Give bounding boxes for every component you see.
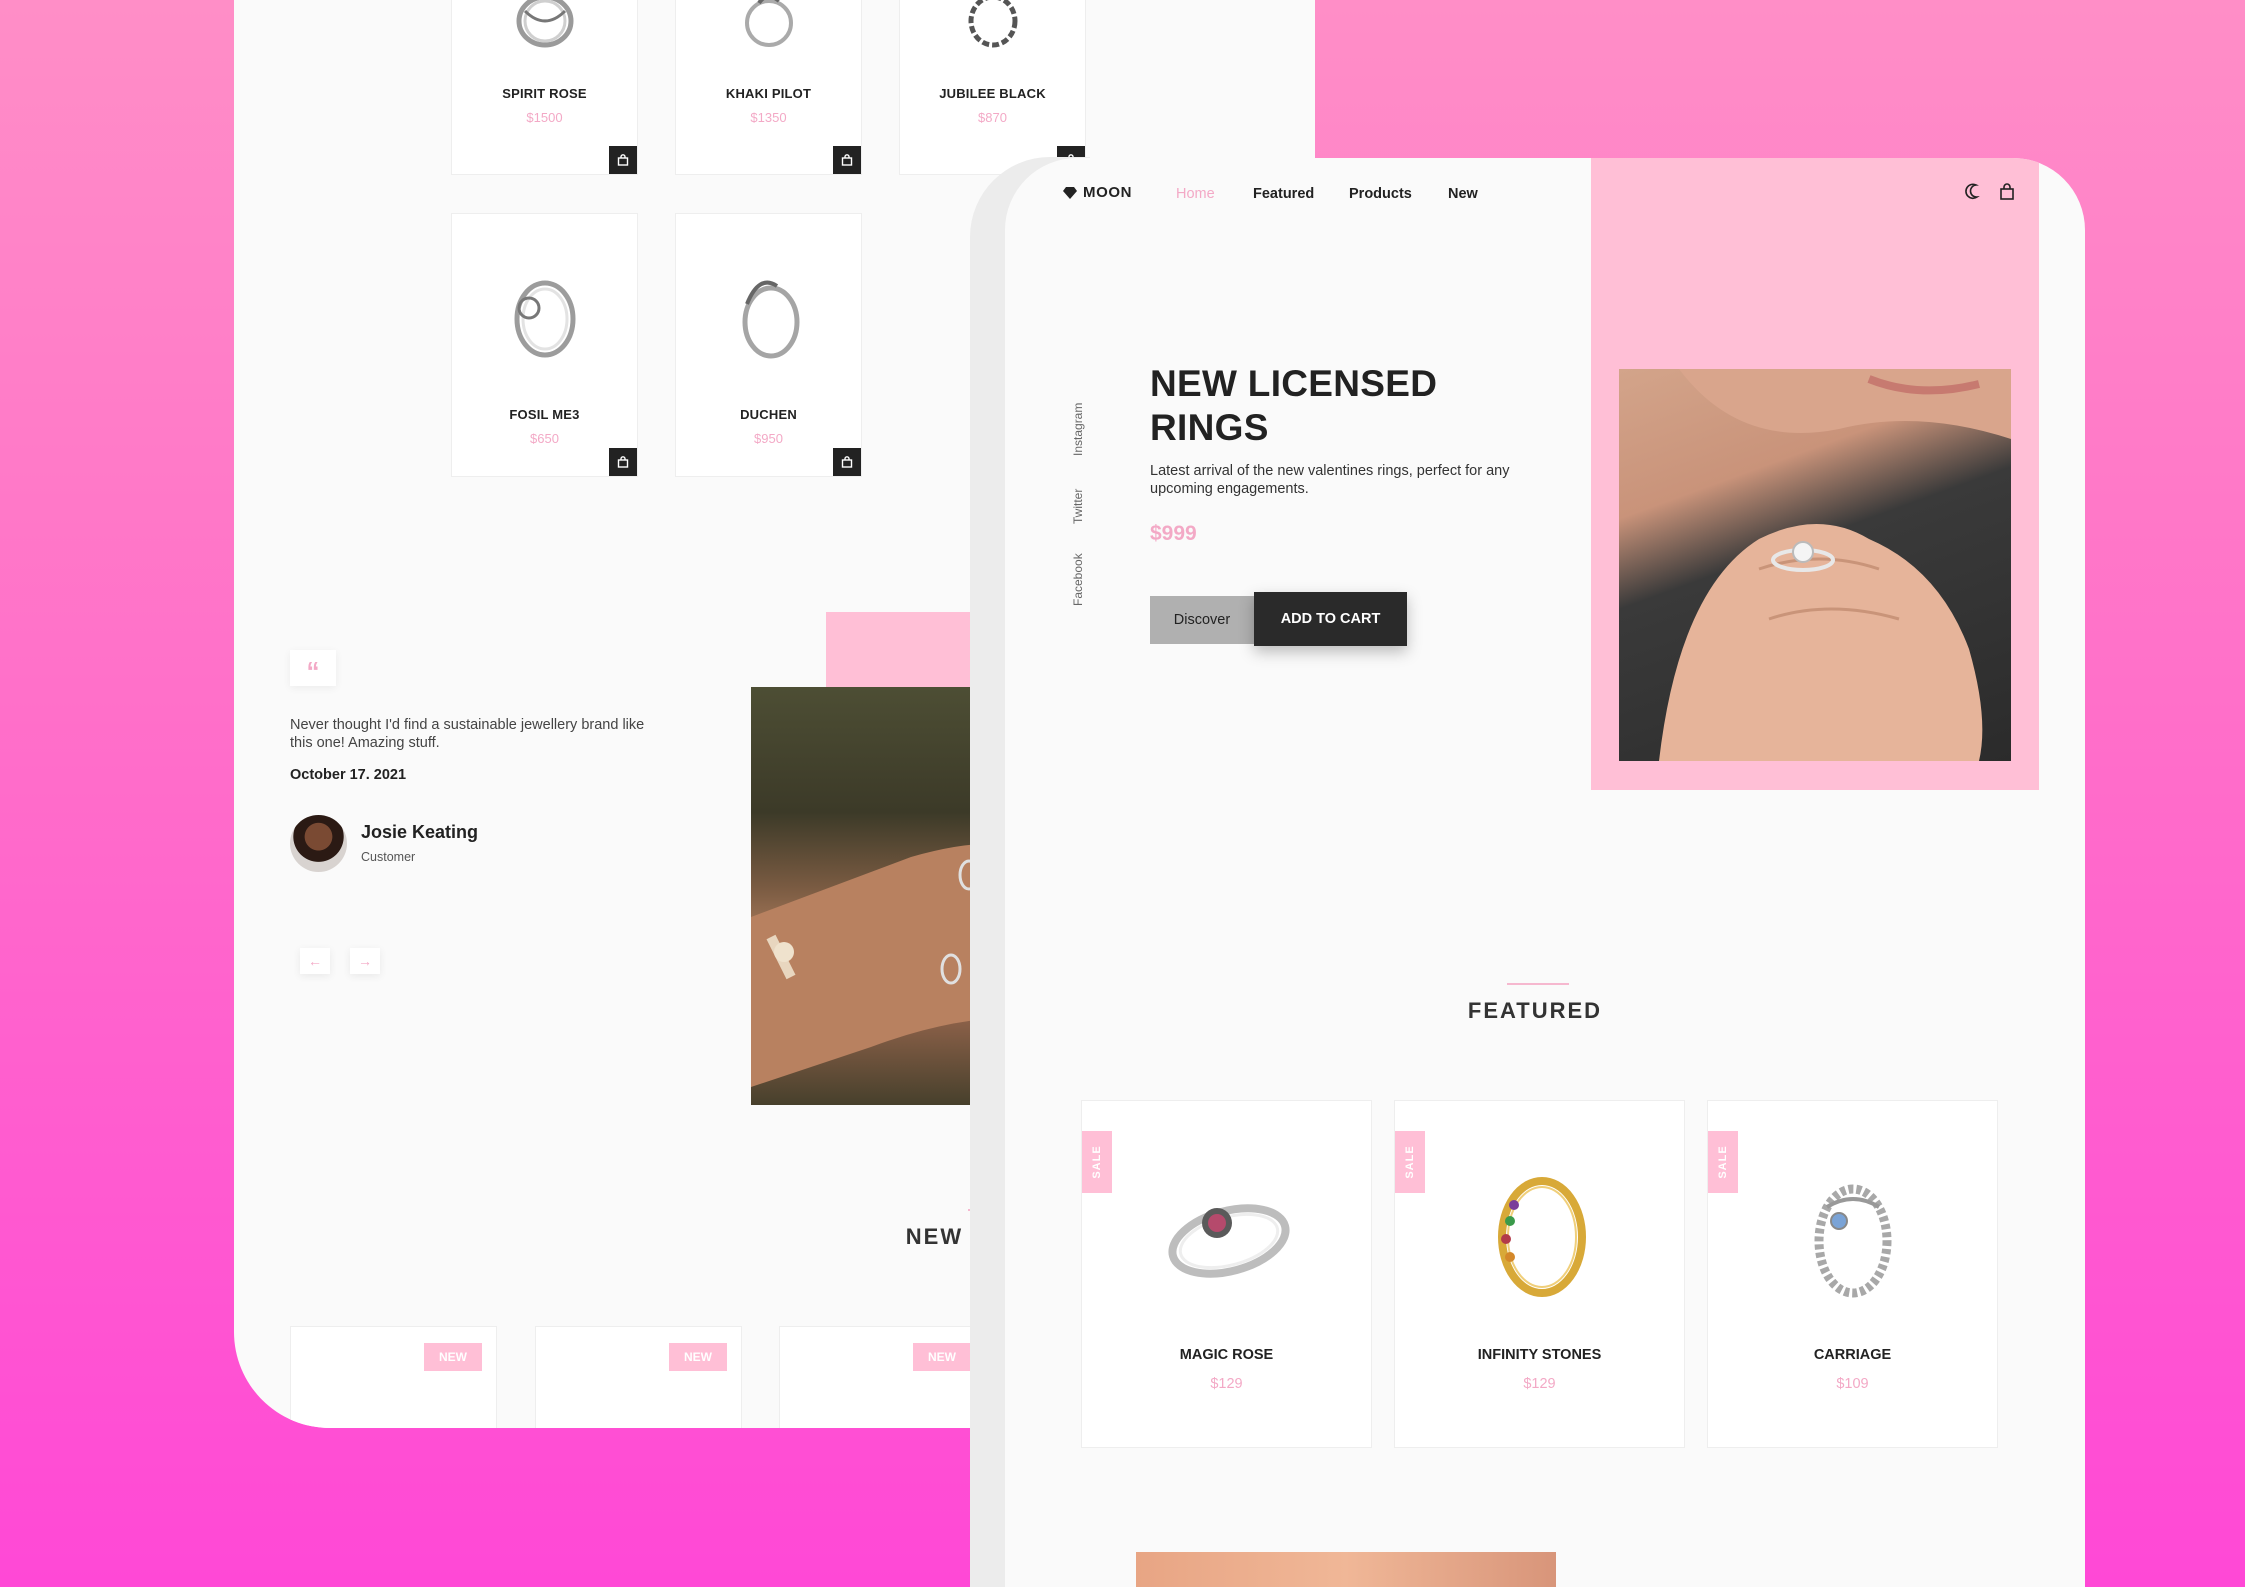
featured-name: INFINITY STONES	[1477, 1347, 1602, 1363]
ring-image	[1497, 1177, 1586, 1297]
featured-price: $109	[1836, 1376, 1869, 1392]
product-card[interactable]: JUBILEE BLACK $870	[899, 0, 1086, 175]
ring-image	[516, 0, 573, 48]
new-badge: NEW	[913, 1343, 971, 1371]
featured-title: FEATURED	[1467, 998, 1603, 1023]
quote-icon: “	[290, 650, 336, 686]
shopping-bag-icon[interactable]	[1997, 182, 2017, 202]
new-arrival-card[interactable]: NEW	[535, 1326, 742, 1428]
social-instagram[interactable]: Instagram	[1071, 403, 1085, 456]
arrow-left-icon[interactable]: ←	[300, 948, 330, 974]
customer-name: Josie Keating	[361, 822, 479, 842]
product-card[interactable]: KHAKI PILOT $1350	[675, 0, 862, 175]
product-name: DUCHEN	[740, 407, 797, 422]
product-price: $1500	[526, 110, 563, 125]
ring-image	[742, 280, 799, 359]
nav-featured[interactable]: Featured	[1253, 186, 1314, 202]
product-name: SPIRIT ROSE	[502, 86, 587, 101]
featured-card[interactable]: SALE INFINITY STONES $129	[1394, 1100, 1685, 1448]
featured-name: MAGIC ROSE	[1179, 1347, 1274, 1363]
product-card[interactable]: DUCHEN $950	[675, 213, 862, 477]
product-price: $650	[530, 431, 559, 446]
product-name: JUBILEE BLACK	[939, 86, 1046, 101]
diamond-icon	[1063, 186, 1077, 199]
hand-with-ring-image	[1659, 369, 2011, 761]
add-to-cart-bag-button[interactable]	[609, 448, 637, 476]
new-badge: NEW	[669, 1343, 727, 1371]
section-divider	[1507, 983, 1569, 985]
add-to-cart-bag-button[interactable]	[833, 146, 861, 174]
sale-badge: SALE	[1708, 1131, 1738, 1193]
featured-card[interactable]: SALE CARRIAGE $109	[1707, 1100, 1998, 1448]
featured-card[interactable]: SALE MAGIC ROSE $129	[1081, 1100, 1372, 1448]
ring-image	[1814, 1184, 1891, 1298]
shopping-bag-icon	[841, 456, 853, 468]
sale-badge-label: SALE	[1404, 1145, 1416, 1179]
product-price: $1350	[750, 110, 787, 125]
ring-image	[1167, 1204, 1290, 1278]
product-card[interactable]: SPIRIT ROSE $1500	[451, 0, 638, 175]
ring-image	[744, 0, 793, 47]
add-to-cart-button[interactable]: ADD TO CART	[1254, 592, 1407, 646]
bottom-photo	[1136, 1552, 1556, 1587]
add-to-cart-bag-button[interactable]	[833, 448, 861, 476]
shopping-bag-icon	[617, 456, 629, 468]
nav-new[interactable]: New	[1448, 186, 1478, 202]
hero-description: Latest arrival of the new valentines rin…	[1150, 463, 1510, 497]
sale-badge: SALE	[1395, 1131, 1425, 1193]
product-name: KHAKI PILOT	[725, 86, 812, 101]
brand-name: MOON	[1083, 184, 1133, 201]
new-badge: NEW	[424, 1343, 482, 1371]
nav-home[interactable]: Home	[1176, 186, 1215, 202]
brand-logo[interactable]: MOON	[1063, 184, 1132, 201]
ring-image	[968, 0, 1017, 48]
customer-avatar	[290, 815, 347, 872]
shopping-bag-icon	[617, 154, 629, 166]
featured-price: $129	[1523, 1376, 1556, 1392]
sale-badge: SALE	[1082, 1131, 1112, 1193]
testimonial-date: October 17. 2021	[290, 767, 407, 783]
featured-price: $129	[1210, 1376, 1243, 1392]
customer-role: Customer	[361, 850, 416, 864]
moon-icon[interactable]	[1964, 182, 1984, 202]
product-name: FOSIL ME3	[509, 407, 580, 422]
sale-badge-label: SALE	[1717, 1145, 1729, 1179]
shopping-bag-icon	[841, 154, 853, 166]
new-arrival-card[interactable]: NEW	[290, 1326, 497, 1428]
product-price: $950	[754, 431, 783, 446]
social-twitter[interactable]: Twitter	[1071, 489, 1085, 524]
new-arrival-card[interactable]: NEW	[779, 1326, 986, 1428]
social-facebook[interactable]: Facebook	[1071, 553, 1085, 606]
add-to-cart-bag-button[interactable]	[609, 146, 637, 174]
ring-image	[514, 280, 575, 358]
product-price: $870	[978, 110, 1007, 125]
hero-photo	[1619, 369, 2011, 761]
sale-badge-label: SALE	[1091, 1145, 1103, 1179]
testimonial-text: Never thought I'd find a sustainable jew…	[290, 717, 645, 751]
arrow-right-icon[interactable]: →	[350, 948, 380, 974]
nav-products[interactable]: Products	[1349, 186, 1412, 202]
product-card[interactable]: FOSIL ME3 $650	[451, 213, 638, 477]
discover-button[interactable]: Discover	[1150, 596, 1254, 644]
front-page-preview: MOON Home Featured Products New Instagra…	[1005, 158, 2085, 1587]
hero-price: $999	[1150, 522, 1197, 545]
hero-title: NEW LICENSED RINGS	[1150, 363, 1438, 448]
featured-name: CARRIAGE	[1813, 1347, 1892, 1363]
